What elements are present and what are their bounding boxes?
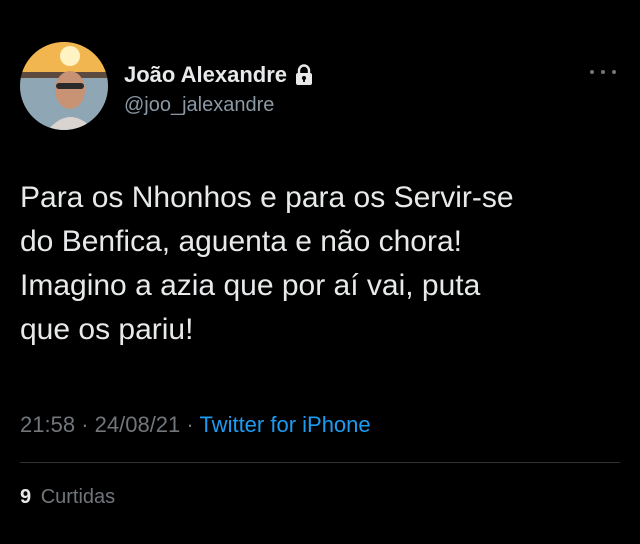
tweet-source-link[interactable]: Twitter for iPhone [199, 412, 370, 437]
divider [20, 462, 620, 463]
tweet-text-line: Imagino a azia que por aí vai, puta [20, 269, 481, 302]
more-icon[interactable] [590, 62, 616, 82]
author-handle[interactable]: @joo_jalexandre [124, 94, 274, 117]
lock-icon [294, 64, 314, 86]
tweet-text-line: que os pariu! [20, 313, 194, 346]
tweet-date[interactable]: 24/08/21 [95, 412, 181, 437]
tweet-card: João Alexandre @joo_jalexandre Para os N… [0, 0, 640, 544]
author-name[interactable]: João Alexandre [124, 62, 314, 88]
tweet-text: Para os Nhonhos e para os Servir-se do B… [20, 176, 620, 352]
meta-separator: · [81, 412, 89, 437]
tweet-text-line: do Benfica, aguenta e não chora! [20, 225, 463, 258]
meta-separator: · [186, 412, 194, 437]
tweet-time[interactable]: 21:58 [20, 412, 75, 437]
avatar[interactable] [20, 42, 108, 130]
author-name-label: João Alexandre [124, 62, 288, 87]
tweet-meta: 21:58 · 24/08/21 · Twitter for iPhone [20, 412, 371, 438]
tweet-text-line: Para os Nhonhos e para os Servir-se [20, 181, 514, 214]
likes-stat[interactable]: 9 Curtidas [20, 486, 115, 509]
avatar-photo [20, 42, 108, 130]
likes-label: Curtidas [40, 486, 116, 508]
likes-count: 9 [20, 486, 32, 508]
